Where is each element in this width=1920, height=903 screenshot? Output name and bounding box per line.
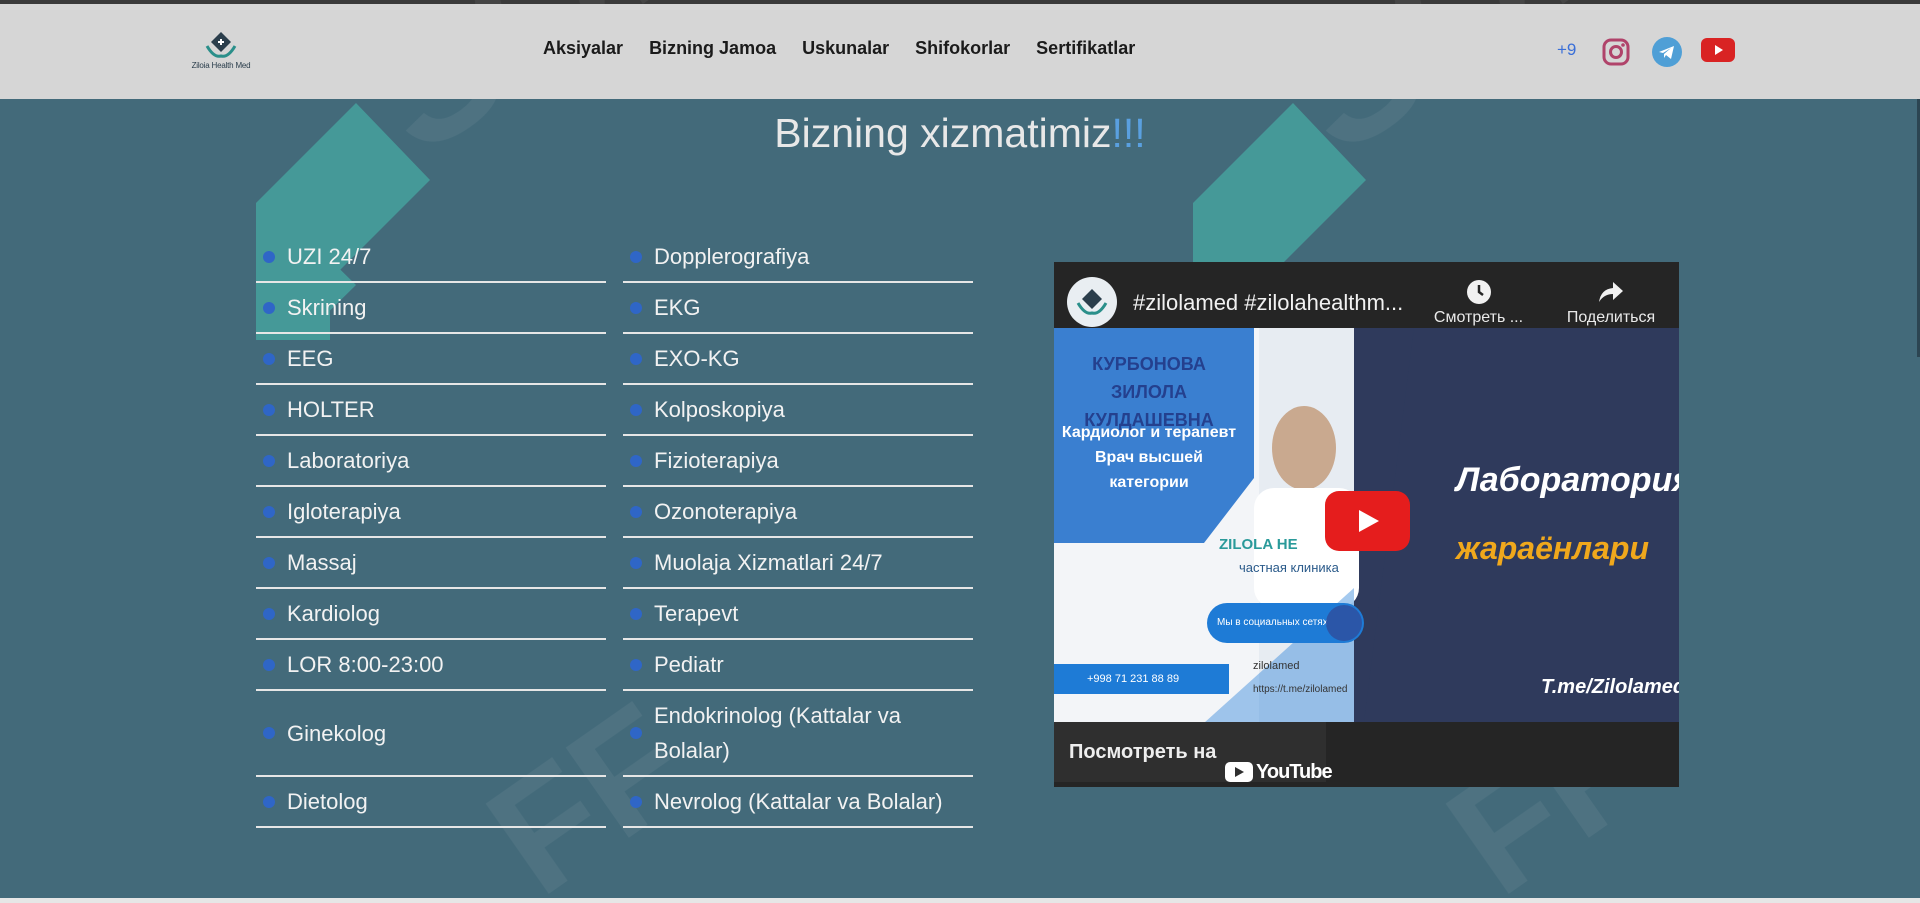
service-item[interactable]: Dopplerografiya <box>623 232 973 283</box>
thumbnail-handle: zilolamed <box>1253 660 1300 672</box>
bullet-icon <box>263 403 275 416</box>
service-item[interactable]: Pediatr <box>623 640 973 691</box>
channel-avatar[interactable] <box>1067 277 1117 327</box>
service-item[interactable]: Ozonoterapiya <box>623 487 973 538</box>
bullet-icon <box>263 454 275 467</box>
thumbnail-url: https://t.me/zilolamed <box>1253 684 1348 695</box>
video-footer: Посмотреть на YouTube <box>1054 722 1679 787</box>
logo-icon <box>205 32 237 58</box>
video-header: #zilolamed #zilolahealthm... Смотреть ..… <box>1054 262 1679 328</box>
logo-text: Ziloia Health Med <box>191 61 251 70</box>
bullet-icon <box>263 727 275 739</box>
bullet-icon <box>263 556 275 569</box>
service-item[interactable]: EEG <box>256 334 606 385</box>
bullet-icon <box>263 795 275 808</box>
service-item[interactable]: Skrining <box>256 283 606 334</box>
service-item[interactable]: UZI 24/7 <box>256 232 606 283</box>
instagram-icon[interactable] <box>1601 37 1633 67</box>
bullet-icon <box>630 301 642 314</box>
thumbnail-lab-text: Лаборатория <box>1456 461 1679 499</box>
play-button[interactable] <box>1325 491 1410 551</box>
youtube-embed[interactable]: #zilolamed #zilolahealthm... Смотреть ..… <box>1054 262 1679 787</box>
page-bottom-edge <box>0 898 1920 903</box>
watch-later-button[interactable]: Смотреть ... <box>1426 279 1531 327</box>
service-item[interactable]: Kardiolog <box>256 589 606 640</box>
bullet-icon <box>263 607 275 620</box>
service-item[interactable]: EKG <box>623 283 973 334</box>
youtube-logo-icon: YouTube <box>1225 742 1333 787</box>
bullet-icon <box>263 505 275 518</box>
share-button[interactable]: Поделиться <box>1551 279 1671 327</box>
nav-shifokorlar[interactable]: Shifokorlar <box>915 38 1010 59</box>
clock-icon <box>1466 280 1491 304</box>
services-list-left: UZI 24/7 Skrining EEG HOLTER Laboratoriy… <box>256 232 606 828</box>
thumbnail-clinic-name: ZILOLA HE <box>1219 536 1298 553</box>
nav-bizning-jamoa[interactable]: Bizning Jamoa <box>649 38 776 59</box>
service-item[interactable]: LOR 8:00-23:00 <box>256 640 606 691</box>
service-item[interactable]: EXO-KG <box>623 334 973 385</box>
video-thumbnail[interactable]: КУРБОНОВА ЗИЛОЛА КУЛДАШЕВНА Кардиолог и т… <box>1054 328 1679 722</box>
service-item[interactable]: Fizioterapiya <box>623 436 973 487</box>
bullet-icon <box>630 505 642 518</box>
bullet-icon <box>630 454 642 467</box>
bullet-icon <box>630 607 642 620</box>
nav-aksiyalar[interactable]: Aksiyalar <box>543 38 623 59</box>
site-header: Ziloia Health Med Aksiyalar Bizning Jamo… <box>0 4 1920 99</box>
bullet-icon <box>263 301 275 314</box>
service-item[interactable]: Muolaja Xizmatlari 24/7 <box>623 538 973 589</box>
watch-on-youtube-button[interactable]: Посмотреть на YouTube <box>1054 722 1333 783</box>
site-logo[interactable]: Ziloia Health Med <box>186 30 256 80</box>
thumbnail-phone: +998 71 231 88 89 <box>1054 664 1222 694</box>
share-icon <box>1599 282 1623 302</box>
bullet-icon <box>630 403 642 416</box>
service-item[interactable]: HOLTER <box>256 385 606 436</box>
telegram-icon[interactable] <box>1652 37 1684 67</box>
bullet-icon <box>630 352 642 365</box>
service-item[interactable]: Dietolog <box>256 777 606 828</box>
service-item[interactable]: Kolposkopiya <box>623 385 973 436</box>
thumbnail-clinic-sub: частная клиника <box>1239 560 1339 575</box>
service-item[interactable]: Ginekolog <box>256 691 606 777</box>
service-item[interactable]: Terapevt <box>623 589 973 640</box>
main-nav: Aksiyalar Bizning Jamoa Uskunalar Shifok… <box>543 38 1161 59</box>
bullet-icon <box>630 556 642 569</box>
thumbnail-process-text: жараёнлари <box>1456 530 1650 566</box>
thumbnail-social: Мы в социальных сетях <box>1207 603 1364 643</box>
services-list-right: Dopplerografiya EKG EXO-KG Kolposkopiya … <box>623 232 973 828</box>
bullet-icon <box>630 727 642 739</box>
service-item[interactable]: Massaj <box>256 538 606 589</box>
video-title[interactable]: #zilolamed #zilolahealthm... <box>1133 290 1421 316</box>
youtube-icon[interactable] <box>1701 37 1735 67</box>
bullet-icon <box>263 658 275 671</box>
service-item[interactable]: Igloterapiya <box>256 487 606 538</box>
nav-uskunalar[interactable]: Uskunalar <box>802 38 889 59</box>
section-title: Bizning xizmatimiz!!! <box>774 110 1146 156</box>
service-item[interactable]: Endokrinolog (Kattalar va Bolalar) <box>623 691 973 777</box>
thumbnail-doctor-role: Кардиолог и терапевт Врач высшей категории <box>1061 424 1237 491</box>
service-item[interactable]: Nevrolog (Kattalar va Bolalar) <box>623 777 973 828</box>
bullet-icon <box>263 250 275 263</box>
bullet-icon <box>630 795 642 808</box>
bullet-icon <box>630 658 642 671</box>
bullet-icon <box>263 352 275 365</box>
phone-link[interactable]: +9 <box>1557 40 1582 60</box>
thumbnail-telegram-text: T.me/Zilolamed <box>1541 676 1679 698</box>
nav-sertifikatlar[interactable]: Sertifikatlar <box>1036 38 1135 59</box>
service-item[interactable]: Laboratoriya <box>256 436 606 487</box>
bullet-icon <box>630 250 642 263</box>
